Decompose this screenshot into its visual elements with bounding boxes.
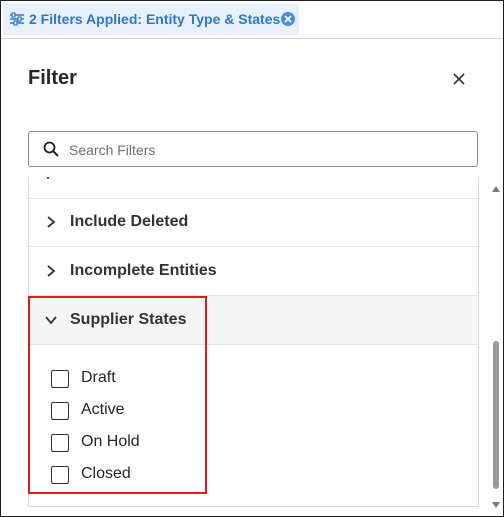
applied-filters-label: 2 Filters Applied: Entity Type & States: [29, 11, 281, 27]
applied-filters-bar: 2 Filters Applied: Entity Type & States: [1, 1, 503, 39]
section-incomplete-entities[interactable]: Incomplete Entities: [29, 247, 478, 296]
checkbox[interactable]: [51, 434, 69, 452]
scrollbar[interactable]: [491, 177, 501, 508]
search-input[interactable]: [67, 138, 471, 162]
chevron-right-icon: [44, 264, 58, 278]
chevron-fragment-icon: [47, 177, 49, 179]
option-label: Draft: [81, 369, 116, 386]
section-label: Supplier States: [70, 311, 187, 328]
checkbox[interactable]: [51, 370, 69, 388]
close-circle-icon[interactable]: [281, 12, 295, 26]
chevron-down-icon: [44, 313, 58, 327]
chevron-right-icon: [44, 215, 58, 229]
supplier-states-options: Draft Active On Hold Closed: [29, 346, 478, 506]
section-label: Incomplete Entities: [70, 262, 217, 279]
scroll-down-arrow-icon[interactable]: [492, 495, 500, 513]
close-icon[interactable]: [451, 71, 467, 87]
search-icon: [43, 141, 59, 162]
section-supplier-states[interactable]: Supplier States: [29, 296, 478, 345]
option-label: Closed: [81, 465, 131, 482]
list-item-partial: [29, 177, 478, 199]
scroll-thumb[interactable]: [493, 341, 499, 489]
applied-filters-chip[interactable]: 2 Filters Applied: Entity Type & States: [3, 3, 299, 35]
checkbox[interactable]: [51, 402, 69, 420]
option-label: On Hold: [81, 433, 140, 450]
section-include-deleted[interactable]: Include Deleted: [29, 198, 478, 247]
filter-panel: 2 Filters Applied: Entity Type & States …: [0, 0, 504, 517]
search-field[interactable]: [28, 131, 478, 167]
filter-list: Include Deleted Incomplete Entities Supp…: [28, 177, 479, 507]
checkbox[interactable]: [51, 466, 69, 484]
scroll-up-arrow-icon[interactable]: [492, 179, 500, 197]
panel-title: Filter: [28, 67, 77, 89]
section-label: Include Deleted: [70, 213, 189, 230]
sliders-icon: [9, 12, 25, 26]
option-label: Active: [81, 401, 125, 418]
